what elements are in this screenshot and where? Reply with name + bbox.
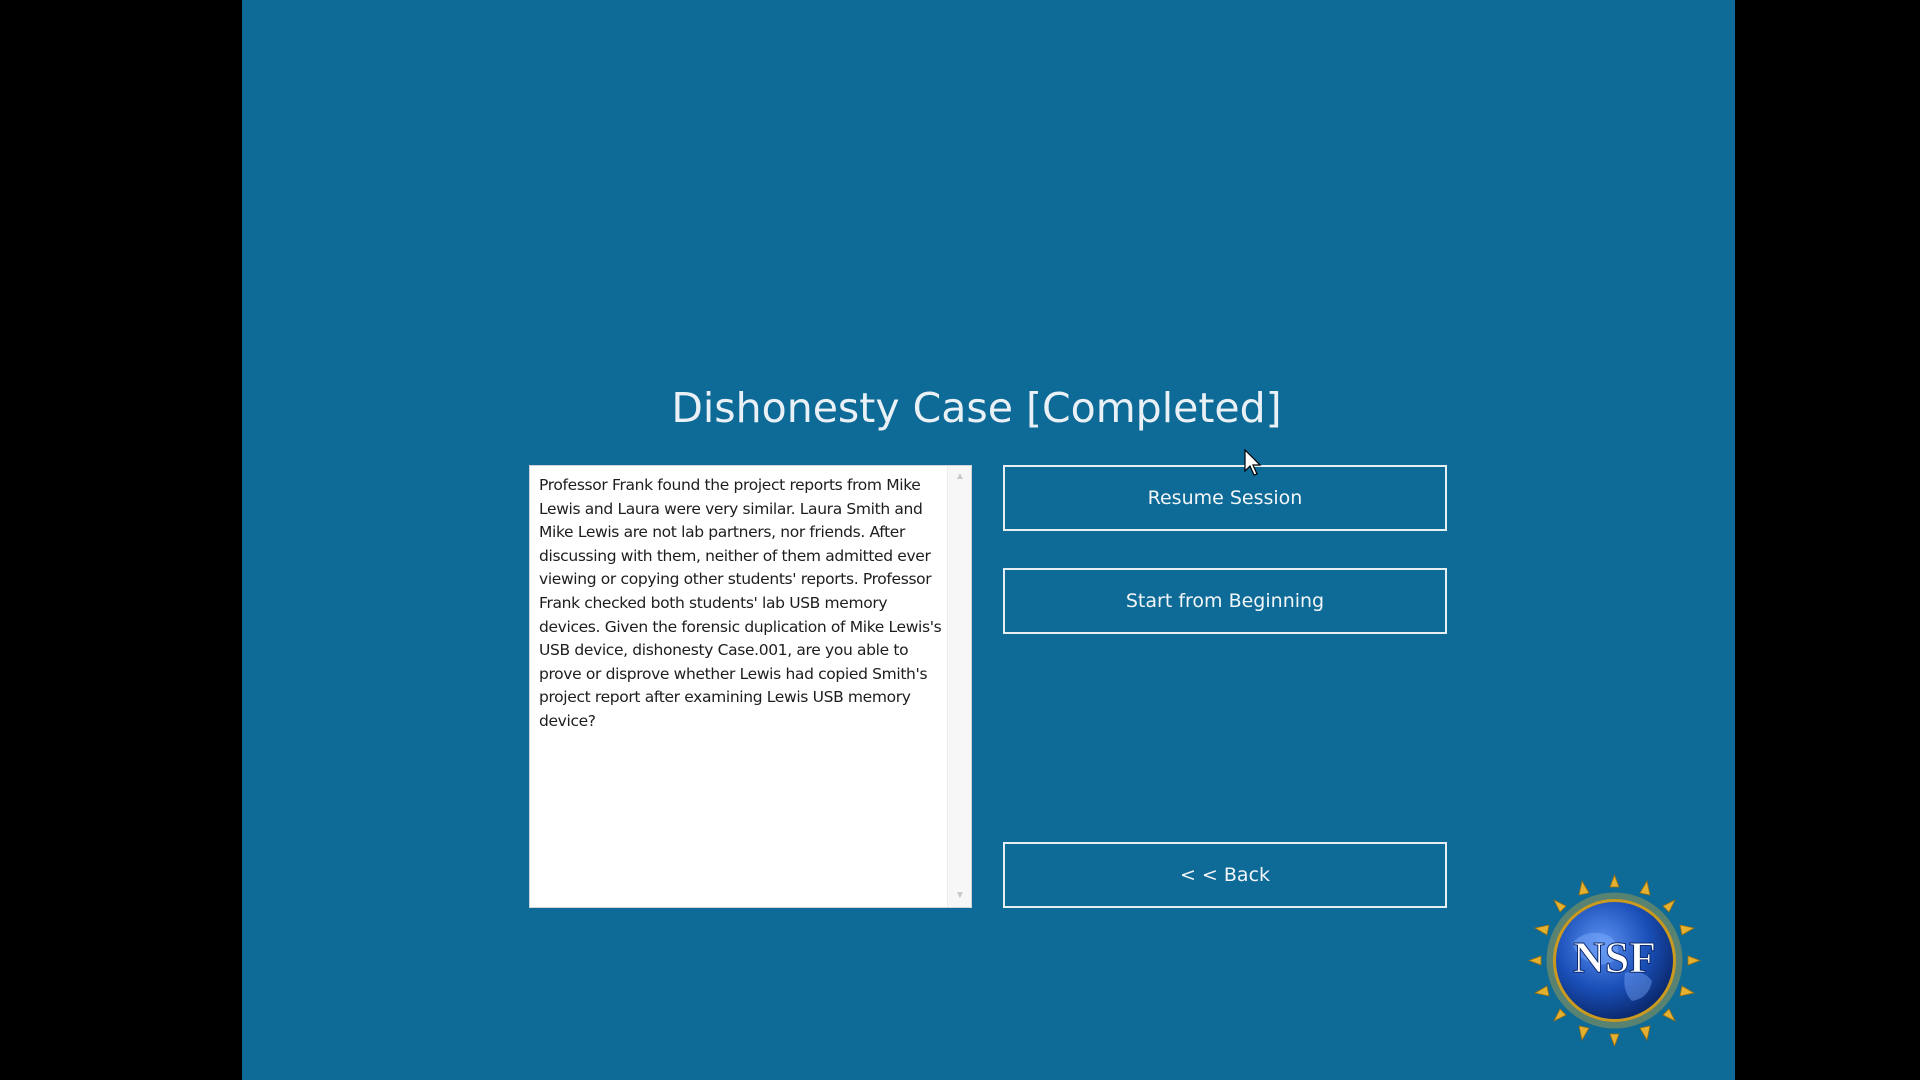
scroll-down-icon[interactable]: ▼ (954, 891, 966, 901)
resume-session-button[interactable]: Resume Session (1003, 465, 1447, 531)
app-window: Dishonesty Case [Completed] Professor Fr… (242, 0, 1735, 1080)
nsf-logo-icon: NSF (1527, 873, 1702, 1048)
scroll-up-icon[interactable]: ▲ (954, 472, 966, 482)
back-button[interactable]: < < Back (1003, 842, 1447, 908)
case-description-text: Professor Frank found the project report… (539, 476, 942, 730)
nsf-logo-text: NSF (1573, 933, 1656, 982)
start-from-beginning-button[interactable]: Start from Beginning (1003, 568, 1447, 634)
case-description-box[interactable]: Professor Frank found the project report… (529, 465, 972, 908)
mouse-cursor-icon (1244, 449, 1262, 476)
scrollbar[interactable]: ▲ ▼ (947, 466, 971, 907)
page-title: Dishonesty Case [Completed] (671, 384, 1282, 432)
